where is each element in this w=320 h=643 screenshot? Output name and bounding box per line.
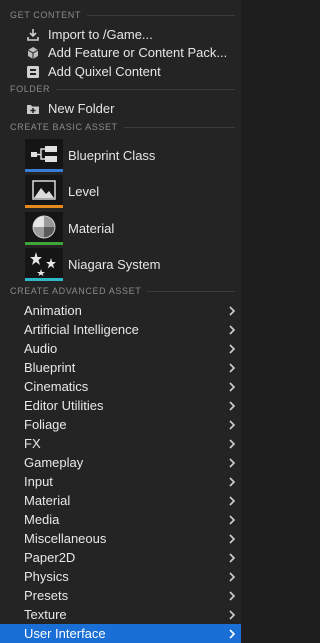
advanced-asset-label: Gameplay	[24, 455, 84, 470]
section-divider	[147, 290, 235, 292]
advanced-asset-media[interactable]: Media	[0, 510, 241, 529]
menu-item-label: Add Feature or Content Pack...	[48, 45, 228, 60]
menu-item-import[interactable]: Import to /Game...	[0, 25, 241, 44]
advanced-asset-editor-utilities[interactable]: Editor Utilities	[0, 396, 241, 415]
advanced-asset-label: Paper2D	[24, 550, 76, 565]
section-label: GET CONTENT	[10, 10, 81, 20]
advanced-asset-gameplay[interactable]: Gameplay	[0, 453, 241, 472]
chevron-right-icon	[226, 381, 238, 392]
chevron-right-icon	[226, 400, 238, 411]
advanced-asset-cinematics[interactable]: Cinematics	[0, 377, 241, 396]
material-icon	[25, 211, 63, 245]
advanced-asset-label: Presets	[24, 588, 69, 603]
menu-item-new-folder[interactable]: New Folder	[0, 99, 241, 118]
chevron-right-icon	[226, 438, 238, 449]
advanced-asset-label: Texture	[24, 607, 67, 622]
chevron-right-icon	[226, 476, 238, 487]
basic-asset-label: Blueprint Class	[68, 147, 156, 163]
advanced-asset-fx[interactable]: FX	[0, 434, 241, 453]
basic-asset-niagara-system[interactable]: Niagara System	[0, 246, 241, 282]
advanced-asset-miscellaneous[interactable]: Miscellaneous	[0, 529, 241, 548]
advanced-asset-label: Physics	[24, 569, 69, 584]
chevron-right-icon	[226, 343, 238, 354]
advanced-asset-label: Media	[24, 512, 60, 527]
chevron-right-icon	[226, 609, 238, 620]
section-label: CREATE ADVANCED ASSET	[10, 286, 142, 296]
level-icon	[25, 174, 63, 208]
advanced-asset-label: Cinematics	[24, 379, 89, 394]
chevron-right-icon	[226, 628, 238, 639]
menu-item-label: Import to /Game...	[48, 27, 153, 42]
import-icon	[26, 28, 40, 42]
advanced-asset-label: Blueprint	[24, 360, 76, 375]
chevron-right-icon	[226, 419, 238, 430]
menu-item-label: New Folder	[48, 101, 115, 116]
blueprint-class-icon	[25, 138, 63, 172]
advanced-asset-label: Miscellaneous	[24, 531, 107, 546]
advanced-asset-label: Input	[24, 474, 53, 489]
quixel-icon	[26, 65, 40, 79]
section-header-basic-asset: CREATE BASIC ASSET	[0, 120, 241, 134]
chevron-right-icon	[226, 533, 238, 544]
advanced-asset-presets[interactable]: Presets	[0, 586, 241, 605]
advanced-asset-label: FX	[24, 436, 41, 451]
section-header-advanced-asset: CREATE ADVANCED ASSET	[0, 284, 241, 298]
advanced-asset-animation[interactable]: Animation	[0, 301, 241, 320]
section-label: FOLDER	[10, 84, 51, 94]
add-new-context-menu: GET CONTENT Import to /Game... Add Featu…	[0, 0, 241, 643]
advanced-asset-texture[interactable]: Texture	[0, 605, 241, 624]
asset-color-bar	[25, 277, 63, 281]
chevron-right-icon	[226, 324, 238, 335]
advanced-asset-label: Audio	[24, 341, 58, 356]
basic-asset-blueprint-class[interactable]: Blueprint Class	[0, 137, 241, 173]
advanced-asset-label: Editor Utilities	[24, 398, 104, 413]
menu-item-quixel[interactable]: Add Quixel Content	[0, 62, 241, 81]
feature-pack-icon	[26, 46, 40, 60]
advanced-asset-input[interactable]: Input	[0, 472, 241, 491]
menu-item-label: Add Quixel Content	[48, 64, 161, 79]
section-divider	[86, 14, 235, 16]
section-divider	[123, 126, 235, 128]
new-folder-icon	[26, 102, 40, 116]
section-header-get-content: GET CONTENT	[0, 8, 241, 22]
niagara-system-icon	[25, 247, 63, 281]
menu-item-add-feature[interactable]: Add Feature or Content Pack...	[0, 43, 241, 62]
chevron-right-icon	[226, 552, 238, 563]
advanced-asset-label: User Interface	[24, 626, 106, 641]
chevron-right-icon	[226, 590, 238, 601]
chevron-right-icon	[226, 514, 238, 525]
section-label: CREATE BASIC ASSET	[10, 122, 118, 132]
advanced-asset-audio[interactable]: Audio	[0, 339, 241, 358]
advanced-asset-label: Animation	[24, 303, 82, 318]
asset-color-bar	[25, 168, 63, 172]
advanced-asset-user-interface[interactable]: User Interface	[0, 624, 241, 643]
advanced-asset-blueprint[interactable]: Blueprint	[0, 358, 241, 377]
chevron-right-icon	[226, 571, 238, 582]
basic-asset-material[interactable]: Material	[0, 210, 241, 246]
chevron-right-icon	[226, 305, 238, 316]
basic-asset-label: Level	[68, 183, 100, 199]
advanced-asset-label: Material	[24, 493, 71, 508]
asset-color-bar	[25, 204, 63, 208]
advanced-asset-paper2d[interactable]: Paper2D	[0, 548, 241, 567]
asset-color-bar	[25, 241, 63, 245]
advanced-asset-foliage[interactable]: Foliage	[0, 415, 241, 434]
advanced-asset-label: Artificial Intelligence	[24, 322, 139, 337]
advanced-asset-label: Foliage	[24, 417, 67, 432]
chevron-right-icon	[226, 495, 238, 506]
advanced-asset-material[interactable]: Material	[0, 491, 241, 510]
chevron-right-icon	[226, 362, 238, 373]
chevron-right-icon	[226, 457, 238, 468]
basic-asset-label: Niagara System	[68, 256, 161, 272]
section-divider	[56, 88, 235, 90]
basic-asset-label: Material	[68, 220, 115, 236]
advanced-asset-artificial-intelligence[interactable]: Artificial Intelligence	[0, 320, 241, 339]
basic-asset-level[interactable]: Level	[0, 173, 241, 209]
section-header-folder: FOLDER	[0, 82, 241, 96]
advanced-asset-physics[interactable]: Physics	[0, 567, 241, 586]
